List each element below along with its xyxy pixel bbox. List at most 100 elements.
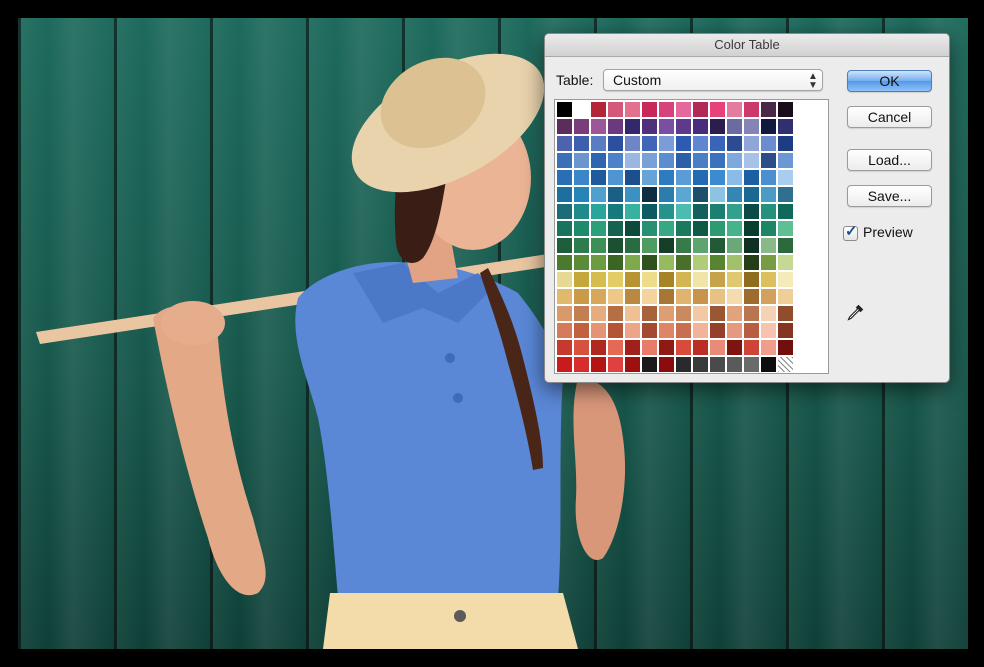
color-swatch[interactable] xyxy=(744,306,759,321)
color-swatch[interactable] xyxy=(727,238,742,253)
color-swatch[interactable] xyxy=(591,136,606,151)
color-swatch[interactable] xyxy=(710,289,725,304)
color-swatch[interactable] xyxy=(625,340,640,355)
color-swatch[interactable] xyxy=(727,204,742,219)
color-swatch[interactable] xyxy=(710,306,725,321)
color-swatch[interactable] xyxy=(676,289,691,304)
color-swatch[interactable] xyxy=(591,221,606,236)
color-swatch[interactable] xyxy=(574,136,589,151)
color-swatch[interactable] xyxy=(693,289,708,304)
ok-button[interactable]: OK xyxy=(847,70,932,92)
color-swatch[interactable] xyxy=(710,340,725,355)
color-swatch[interactable] xyxy=(761,221,776,236)
color-swatch[interactable] xyxy=(659,323,674,338)
color-swatch[interactable] xyxy=(761,306,776,321)
color-swatch[interactable] xyxy=(778,153,793,168)
color-swatch[interactable] xyxy=(761,238,776,253)
transparent-swatch[interactable] xyxy=(778,357,793,372)
color-swatch[interactable] xyxy=(642,255,657,270)
color-swatch[interactable] xyxy=(642,323,657,338)
color-swatch[interactable] xyxy=(744,272,759,287)
color-swatch[interactable] xyxy=(659,221,674,236)
save-button[interactable]: Save... xyxy=(847,185,932,207)
color-swatch[interactable] xyxy=(761,153,776,168)
color-swatch[interactable] xyxy=(659,340,674,355)
color-swatch[interactable] xyxy=(608,272,623,287)
color-swatch[interactable] xyxy=(778,119,793,134)
color-swatch[interactable] xyxy=(625,238,640,253)
color-swatch[interactable] xyxy=(608,357,623,372)
color-swatch[interactable] xyxy=(727,306,742,321)
color-swatch[interactable] xyxy=(574,255,589,270)
color-swatch[interactable] xyxy=(693,170,708,185)
color-swatch[interactable] xyxy=(608,238,623,253)
color-swatch[interactable] xyxy=(710,119,725,134)
color-swatch[interactable] xyxy=(710,323,725,338)
color-swatch[interactable] xyxy=(574,323,589,338)
color-swatch[interactable] xyxy=(574,204,589,219)
dialog-title[interactable]: Color Table xyxy=(545,34,949,57)
color-swatch[interactable] xyxy=(761,340,776,355)
color-swatch[interactable] xyxy=(557,102,572,117)
color-swatch[interactable] xyxy=(778,136,793,151)
color-swatch[interactable] xyxy=(642,153,657,168)
color-swatch[interactable] xyxy=(625,153,640,168)
color-swatch[interactable] xyxy=(710,357,725,372)
color-swatch[interactable] xyxy=(693,340,708,355)
color-swatch[interactable] xyxy=(659,102,674,117)
color-swatch[interactable] xyxy=(778,340,793,355)
color-swatch[interactable] xyxy=(693,306,708,321)
color-swatch[interactable] xyxy=(642,357,657,372)
color-swatch[interactable] xyxy=(574,102,589,117)
color-swatch[interactable] xyxy=(761,272,776,287)
color-swatch[interactable] xyxy=(625,255,640,270)
color-swatch[interactable] xyxy=(557,136,572,151)
color-swatch[interactable] xyxy=(744,187,759,202)
color-swatch[interactable] xyxy=(727,272,742,287)
color-swatch[interactable] xyxy=(710,153,725,168)
color-swatch[interactable] xyxy=(591,238,606,253)
color-swatch[interactable] xyxy=(608,187,623,202)
color-swatch[interactable] xyxy=(744,136,759,151)
color-swatch[interactable] xyxy=(574,340,589,355)
color-swatch[interactable] xyxy=(557,323,572,338)
color-swatch[interactable] xyxy=(591,255,606,270)
load-button[interactable]: Load... xyxy=(847,149,932,171)
color-swatch[interactable] xyxy=(676,272,691,287)
color-swatch[interactable] xyxy=(608,340,623,355)
color-swatch[interactable] xyxy=(557,306,572,321)
color-swatch[interactable] xyxy=(778,272,793,287)
color-swatch[interactable] xyxy=(557,340,572,355)
color-swatch[interactable] xyxy=(676,323,691,338)
color-swatch[interactable] xyxy=(761,357,776,372)
color-swatch[interactable] xyxy=(625,357,640,372)
color-swatch[interactable] xyxy=(659,187,674,202)
color-swatch[interactable] xyxy=(591,306,606,321)
color-swatch[interactable] xyxy=(659,170,674,185)
color-swatch[interactable] xyxy=(574,221,589,236)
color-swatch[interactable] xyxy=(761,170,776,185)
color-swatch[interactable] xyxy=(608,153,623,168)
color-swatch[interactable] xyxy=(727,340,742,355)
color-swatch[interactable] xyxy=(591,102,606,117)
color-swatch[interactable] xyxy=(710,187,725,202)
color-swatch[interactable] xyxy=(676,340,691,355)
color-swatch[interactable] xyxy=(608,204,623,219)
color-swatch[interactable] xyxy=(659,255,674,270)
color-swatch[interactable] xyxy=(557,272,572,287)
color-swatch[interactable] xyxy=(744,170,759,185)
color-swatch[interactable] xyxy=(693,255,708,270)
color-swatch[interactable] xyxy=(744,204,759,219)
color-swatch[interactable] xyxy=(642,272,657,287)
color-swatch[interactable] xyxy=(676,255,691,270)
color-swatch[interactable] xyxy=(574,119,589,134)
color-swatch[interactable] xyxy=(744,255,759,270)
color-swatch[interactable] xyxy=(676,102,691,117)
color-swatch[interactable] xyxy=(761,102,776,117)
color-swatch[interactable] xyxy=(727,153,742,168)
color-swatch[interactable] xyxy=(591,170,606,185)
color-swatch[interactable] xyxy=(642,136,657,151)
color-swatch[interactable] xyxy=(659,272,674,287)
color-swatch[interactable] xyxy=(710,170,725,185)
color-swatch[interactable] xyxy=(642,204,657,219)
